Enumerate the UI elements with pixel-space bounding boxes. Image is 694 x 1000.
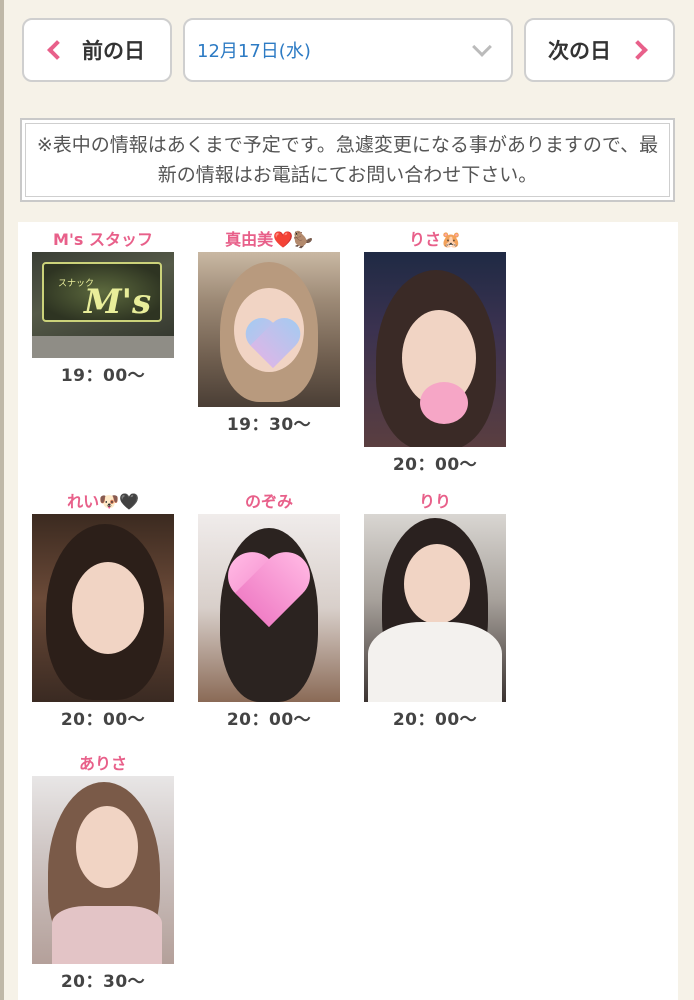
bar-sign: スナック M's [42, 262, 162, 322]
heart-sticker-icon [226, 555, 313, 633]
cast-photo[interactable] [198, 252, 340, 407]
date-select-value: 12月17日(水) [197, 41, 311, 62]
cast-card[interactable]: りり 20：00〜 [364, 490, 506, 730]
cast-photo[interactable] [32, 776, 174, 964]
heart-sticker-icon [244, 320, 302, 372]
cast-name[interactable]: 真由美❤️🦫 [198, 228, 340, 252]
cast-name[interactable]: ありさ [32, 752, 174, 776]
cast-card[interactable]: れい🐶🖤 20：00〜 [32, 490, 174, 730]
cast-photo[interactable] [364, 514, 506, 702]
chevron-right-icon [628, 40, 648, 60]
prev-day-label: 前の日 [82, 39, 145, 63]
cast-start-time: 20：00〜 [392, 455, 478, 475]
cast-start-time: 20：00〜 [392, 710, 478, 730]
cast-card[interactable]: ありさ 20：30〜 [32, 752, 174, 992]
bar-sign-logo: M's [84, 282, 152, 322]
notice-text: ※表中の情報はあくまで予定です。急遽変更になる事がありますので、最新の情報はお電… [25, 123, 670, 197]
cast-photo[interactable]: スナック M's [32, 252, 174, 358]
cast-photo[interactable] [364, 252, 506, 447]
cast-name[interactable]: りさ🐹 [364, 228, 506, 252]
cast-start-time: 19：00〜 [60, 366, 146, 386]
page-edge [0, 0, 4, 1000]
cast-card[interactable]: M's スタッフ スナック M's 19：00〜 [32, 228, 174, 386]
next-day-button[interactable]: 次の日 [524, 18, 675, 82]
cast-start-time: 20：00〜 [60, 710, 146, 730]
cast-name[interactable]: M's スタッフ [32, 228, 174, 252]
date-select[interactable]: 12月17日(水) [183, 18, 513, 82]
pig-sticker-icon [420, 382, 468, 424]
face-shape [76, 806, 138, 888]
schedule-notice: ※表中の情報はあくまで予定です。急遽変更になる事がありますので、最新の情報はお電… [20, 118, 675, 202]
next-day-label: 次の日 [548, 39, 611, 63]
cast-name[interactable]: のぞみ [198, 490, 340, 514]
prev-day-button[interactable]: 前の日 [22, 18, 172, 82]
cast-name[interactable]: りり [364, 490, 506, 514]
scarf-shape [368, 622, 502, 702]
cast-card[interactable]: のぞみ 20：00〜 [198, 490, 340, 730]
chevron-down-icon [472, 37, 492, 57]
face-shape [72, 562, 144, 654]
face-shape [404, 544, 470, 624]
cast-photo[interactable] [32, 514, 174, 702]
cast-photo[interactable] [198, 514, 340, 702]
cast-card[interactable]: りさ🐹 20：00〜 [364, 228, 506, 475]
cast-start-time: 20：30〜 [60, 972, 146, 992]
chevron-left-icon [47, 40, 67, 60]
cast-schedule-grid: M's スタッフ スナック M's 19：00〜 真由美❤️🦫 19：30〜 り… [18, 222, 678, 1000]
cast-name[interactable]: れい🐶🖤 [32, 490, 174, 514]
cast-start-time: 20：00〜 [226, 710, 312, 730]
dress-shape [52, 906, 162, 964]
floor-shape [32, 336, 174, 358]
cast-start-time: 19：30〜 [226, 415, 312, 435]
cast-card[interactable]: 真由美❤️🦫 19：30〜 [198, 228, 340, 435]
